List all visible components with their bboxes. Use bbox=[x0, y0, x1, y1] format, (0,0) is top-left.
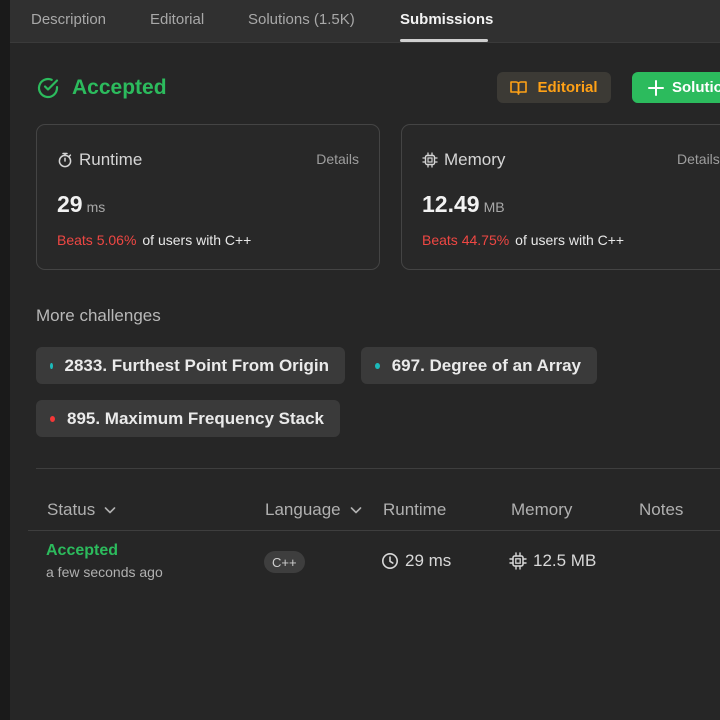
runtime-card-title: Runtime bbox=[79, 150, 143, 169]
table-row-status-cell: Accepted a few seconds ago bbox=[46, 542, 163, 580]
check-circle-icon bbox=[37, 77, 59, 99]
challenge-label: 697. Degree of an Array bbox=[391, 355, 581, 375]
stopwatch-icon bbox=[58, 152, 72, 168]
status-header-label: Status bbox=[47, 500, 96, 519]
difficulty-dot bbox=[375, 362, 380, 369]
runtime-beats-suffix: of users with C++ bbox=[142, 232, 252, 248]
runtime-number: 29 bbox=[57, 191, 83, 217]
submission-panel: Description Editorial Solutions (1.5K) S… bbox=[10, 0, 720, 720]
memory-value: 12.49 MB bbox=[422, 191, 505, 218]
table-header-divider bbox=[28, 530, 720, 531]
post-solution-label: Solutio bbox=[672, 79, 720, 96]
memory-unit: MB bbox=[483, 199, 505, 215]
row-memory-cell: 12.5 MB bbox=[509, 551, 596, 571]
memory-beats-percent: Beats 44.75% bbox=[422, 232, 510, 248]
memory-column-header: Memory bbox=[511, 500, 572, 520]
section-divider bbox=[36, 468, 720, 469]
notes-column-header: Notes bbox=[639, 500, 683, 520]
challenge-label: 895. Maximum Frequency Stack bbox=[66, 408, 324, 428]
memory-number: 12.49 bbox=[422, 191, 480, 217]
challenge-label: 2833. Furthest Point From Origin bbox=[64, 355, 329, 375]
chevron-down-icon bbox=[350, 507, 361, 514]
language-badge: C++ bbox=[264, 551, 305, 573]
tab-submissions[interactable]: Submissions bbox=[400, 11, 493, 28]
row-runtime-cell: 29 ms bbox=[381, 551, 451, 571]
chevron-down-icon bbox=[104, 507, 116, 514]
memory-card-header: Memory bbox=[422, 150, 505, 170]
notes-header-label: Notes bbox=[639, 500, 684, 519]
more-challenges-title: More challenges bbox=[36, 306, 161, 325]
open-book-icon bbox=[510, 81, 528, 95]
memory-header-label: Memory bbox=[511, 500, 573, 519]
editorial-button-label: Editorial bbox=[537, 79, 598, 96]
challenge-chip[interactable]: 697. Degree of an Array bbox=[361, 347, 597, 384]
memory-beats-suffix: of users with C++ bbox=[515, 232, 625, 248]
runtime-card: Runtime Details 29 ms Beats 5.06% of users… bbox=[36, 124, 380, 270]
chip-icon bbox=[509, 552, 527, 570]
editorial-button[interactable]: Editorial bbox=[497, 72, 611, 103]
runtime-column-header: Runtime bbox=[383, 500, 446, 520]
clock-icon bbox=[382, 553, 398, 569]
active-tab-indicator bbox=[400, 39, 488, 42]
runtime-header-label: Runtime bbox=[383, 500, 447, 519]
challenge-chip[interactable]: 895. Maximum Frequency Stack bbox=[36, 400, 340, 437]
runtime-card-header: Runtime bbox=[57, 150, 142, 170]
language-header-label: Language bbox=[265, 500, 341, 519]
row-runtime-value: 29 ms bbox=[405, 551, 452, 570]
runtime-beats: Beats 5.06% of users with C++ bbox=[57, 232, 251, 248]
chip-icon bbox=[422, 152, 438, 168]
memory-card: Memory Details 12.49 MB Beats 44.75% of us… bbox=[401, 124, 720, 270]
runtime-beats-percent: Beats 5.06% bbox=[57, 232, 137, 248]
tab-editorial[interactable]: Editorial bbox=[150, 11, 204, 28]
tab-description[interactable]: Description bbox=[31, 11, 106, 28]
difficulty-dot bbox=[50, 415, 55, 422]
runtime-unit: ms bbox=[86, 199, 106, 215]
tab-bar: Description Editorial Solutions (1.5K) S… bbox=[10, 0, 720, 43]
submission-time: a few seconds ago bbox=[46, 564, 163, 580]
post-solution-button[interactable]: Solutio bbox=[632, 72, 720, 103]
difficulty-dot bbox=[50, 362, 53, 369]
memory-card-title: Memory bbox=[444, 150, 506, 169]
challenge-chip[interactable]: 2833. Furthest Point From Origin bbox=[36, 347, 345, 384]
submission-status-link[interactable]: Accepted bbox=[46, 542, 163, 560]
language-column-header[interactable]: Language bbox=[265, 500, 363, 520]
runtime-value: 29 ms bbox=[57, 191, 105, 218]
plus-icon bbox=[648, 79, 664, 96]
row-memory-value: 12.5 MB bbox=[533, 551, 597, 570]
tab-solutions[interactable]: Solutions (1.5K) bbox=[248, 11, 355, 28]
status-title: Accepted bbox=[72, 76, 167, 99]
memory-beats: Beats 44.75% of users with C++ bbox=[422, 232, 624, 248]
status-column-header[interactable]: Status bbox=[47, 500, 117, 520]
memory-details-link[interactable]: Details bbox=[677, 151, 720, 167]
left-panel-edge bbox=[0, 0, 10, 720]
runtime-details-link[interactable]: Details bbox=[316, 151, 359, 167]
